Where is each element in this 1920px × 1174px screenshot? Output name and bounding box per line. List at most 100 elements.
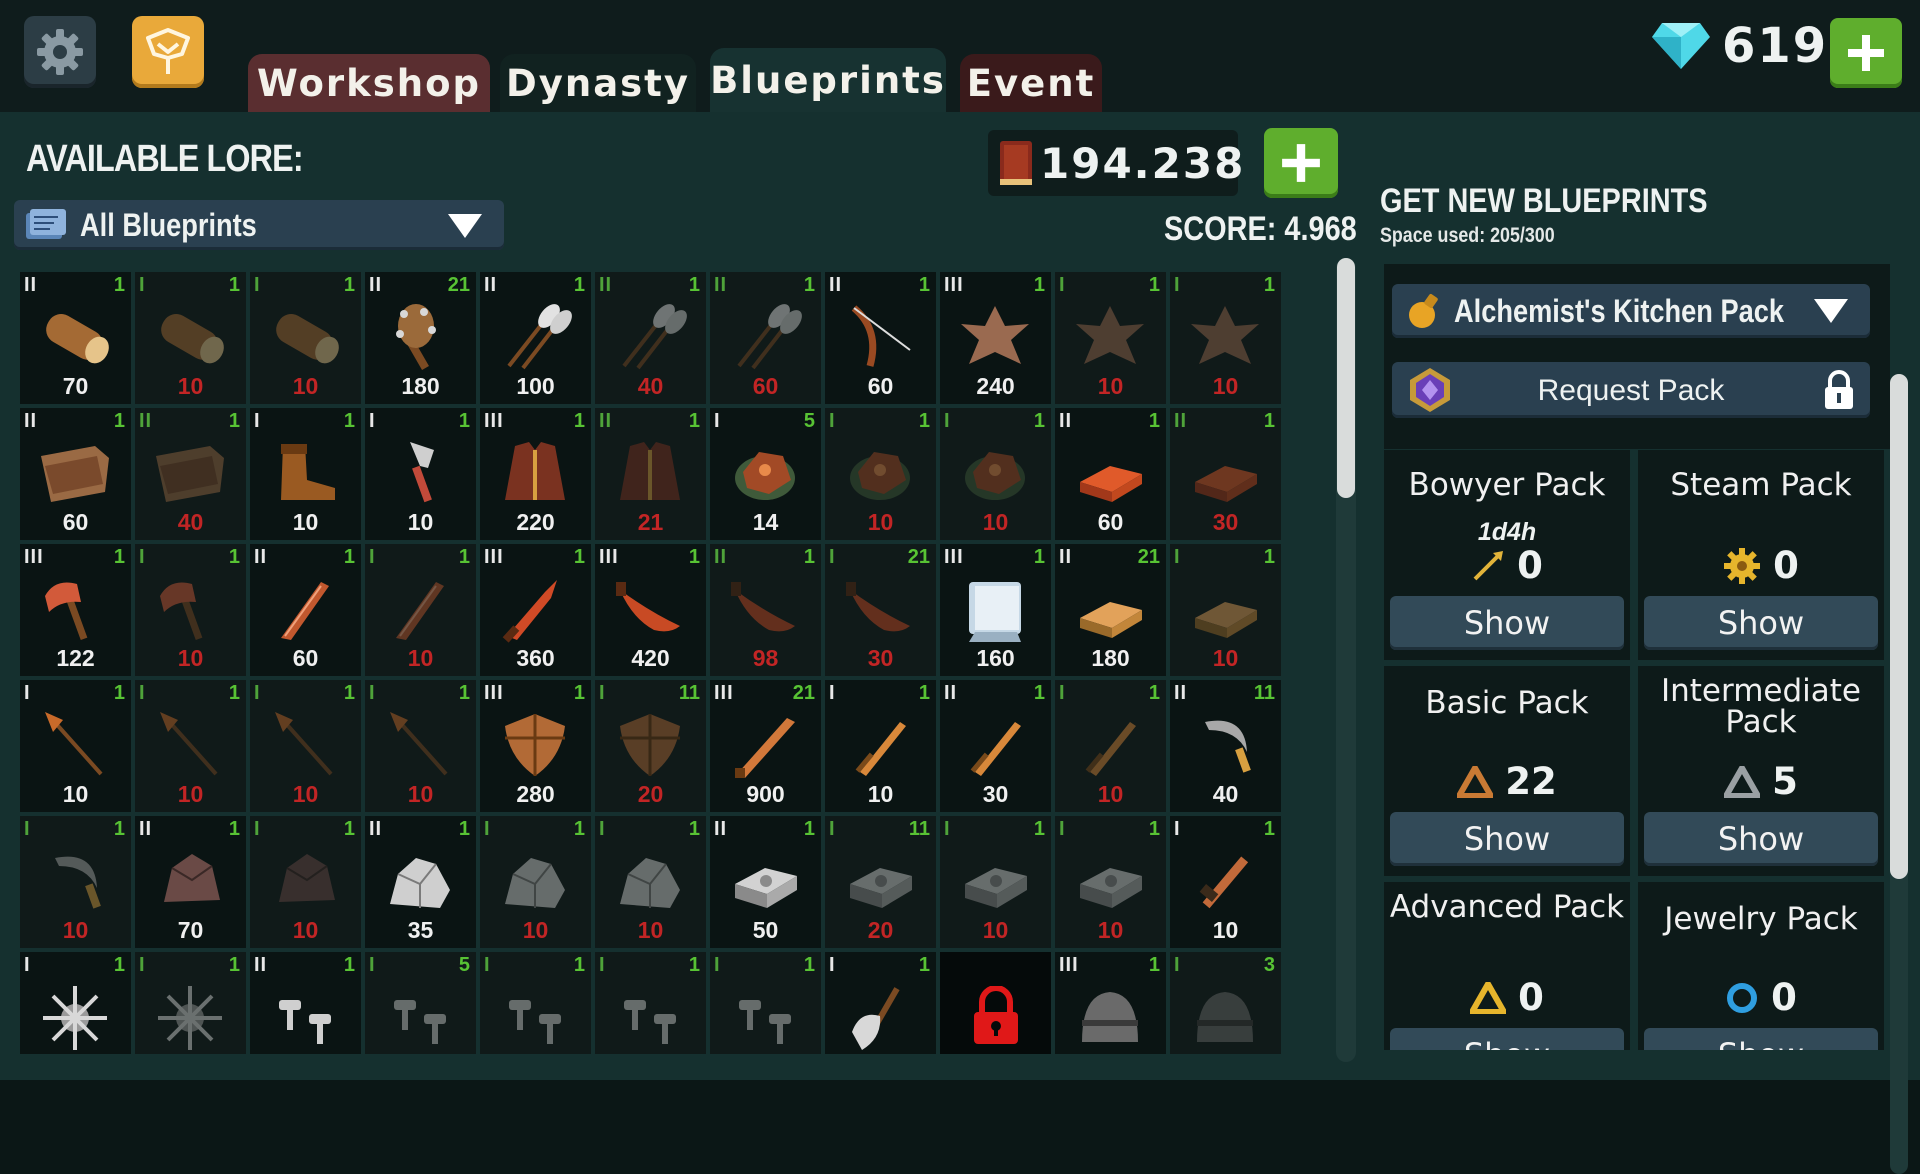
blueprint-slot[interactable]: I 1 10 [1170,816,1281,948]
blueprint-slot[interactable]: I1 [480,952,591,1054]
tab-dynasty[interactable]: Dynasty [500,54,696,112]
blueprint-slot[interactable]: I 1 10 [940,816,1051,948]
blueprint-slot[interactable]: I 1 10 [135,680,246,812]
sword-icon [970,722,1021,776]
blueprint-slot[interactable]: II 1 21 [595,408,706,540]
pack-name: Bowyer Pack [1408,467,1606,503]
blueprint-slot[interactable]: II 1 40 [595,272,706,404]
blueprint-slot[interactable]: I 1 10 [480,816,591,948]
blueprint-slot[interactable]: II 1 30 [1170,408,1281,540]
blueprint-tier: II [1059,546,1073,568]
blueprint-slot[interactable]: I 1 10 [825,408,936,540]
blueprint-slot[interactable]: I 1 10 [20,816,131,948]
blueprint-slot[interactable]: I 1 10 [20,680,131,812]
pack-select-dropdown[interactable]: Alchemist's Kitchen Pack [1392,284,1870,338]
boot-icon [281,444,335,500]
blueprint-slot[interactable]: I 1 10 [135,272,246,404]
blueprint-slot[interactable]: II 1 70 [135,816,246,948]
blueprint-slot[interactable]: II 21 180 [1055,544,1166,676]
blueprint-slot[interactable]: I3 [1170,952,1281,1054]
blueprint-slot[interactable]: III 1 420 [595,544,706,676]
spear-icon [390,712,448,776]
scrollbar-thumb[interactable] [1337,258,1355,498]
blueprint-slot[interactable]: III 1 122 [20,544,131,676]
blueprint-slot[interactable]: II 1 50 [710,816,821,948]
blueprint-slot[interactable]: I 1 10 [250,816,361,948]
blueprint-slot[interactable]: I 1 10 [1055,816,1166,948]
request-pack-button[interactable]: Request Pack [1392,362,1870,418]
show-button[interactable]: Show [1390,812,1624,866]
blueprint-stock: 21 [792,682,815,704]
blueprint-slot[interactable]: I 1 10 [595,816,706,948]
blueprint-slot[interactable]: I 5 14 [710,408,821,540]
blueprint-slot[interactable]: III 1 360 [480,544,591,676]
blueprint-slot[interactable]: II 1 35 [365,816,476,948]
buy-lore-button[interactable] [1264,128,1338,198]
blueprint-slot[interactable]: II 1 40 [135,408,246,540]
locked-blueprint-slot[interactable] [940,952,1051,1054]
blueprint-slot[interactable]: III 1 160 [940,544,1051,676]
blueprint-slot[interactable]: I1 [595,952,706,1054]
blueprint-slot[interactable]: I 1 10 [250,680,361,812]
blueprint-slot[interactable]: I 1 10 [1170,544,1281,676]
blueprint-slot[interactable]: II 21 180 [365,272,476,404]
show-button[interactable]: Show [1644,1028,1878,1050]
blueprint-slot[interactable]: I 21 30 [825,544,936,676]
hide-icon [1191,306,1259,364]
buy-gems-button[interactable] [1830,18,1902,88]
blueprint-slot[interactable]: II 1 60 [1055,408,1166,540]
blueprint-slot[interactable]: I 1 10 [250,408,361,540]
blueprint-slot[interactable]: I1 [135,952,246,1054]
settings-button[interactable] [24,16,96,88]
blueprint-slot[interactable]: I 11 20 [595,680,706,812]
blueprint-tier: I [139,954,146,976]
dynasty-emblem-button[interactable] [132,16,204,88]
blueprint-slot[interactable]: III 1 [1055,952,1166,1054]
blueprint-slot[interactable]: I 1 10 [365,408,476,540]
blueprint-slot[interactable]: I 1 10 [825,680,936,812]
blueprint-slot[interactable]: I 1 10 [1055,272,1166,404]
blueprint-slot[interactable]: II 11 40 [1170,680,1281,812]
gear-icon [37,29,83,75]
blueprint-slot[interactable]: I 1 10 [1170,272,1281,404]
show-button[interactable]: Show [1390,596,1624,650]
blueprint-slot[interactable]: II 1 98 [710,544,821,676]
blueprint-slot[interactable]: I 1 10 [365,680,476,812]
tab-event[interactable]: Event [960,54,1102,112]
blueprint-slot[interactable]: I1 [710,952,821,1054]
blueprint-slot[interactable]: I 1 10 [135,544,246,676]
blueprint-tier: I [254,274,261,296]
spear-icon [160,712,218,776]
blueprint-slot[interactable]: I 1 10 [365,544,476,676]
blueprint-slot[interactable]: I 1 10 [250,272,361,404]
blueprint-slot[interactable]: II 1 60 [20,408,131,540]
pack-list-scrollbar[interactable] [1890,374,1908,1174]
tab-workshop[interactable]: Workshop [248,54,490,112]
blueprint-slot[interactable]: III 1 220 [480,408,591,540]
blueprint-grid-scrollbar[interactable] [1336,258,1356,1062]
blueprint-slot[interactable]: I5 [365,952,476,1054]
tab-blueprints[interactable]: Blueprints [710,48,946,112]
blueprint-slot[interactable]: II 1 [250,952,361,1054]
blueprint-slot[interactable]: III 1 240 [940,272,1051,404]
show-button[interactable]: Show [1644,812,1878,866]
blueprints-panel: AVAILABLE LORE: 194.238 All Blueprints S… [0,112,1920,1174]
scrollbar-thumb[interactable] [1890,374,1908,879]
blueprint-slot[interactable]: I 1 10 [940,408,1051,540]
blueprint-slot[interactable]: II 1 70 [20,272,131,404]
blueprint-slot[interactable]: I1 [20,952,131,1054]
show-button[interactable]: Show [1390,1028,1624,1050]
blueprint-slot[interactable]: II 1 30 [940,680,1051,812]
blueprint-slot[interactable]: III 1 280 [480,680,591,812]
blueprint-slot[interactable]: II 1 100 [480,272,591,404]
blueprint-slot[interactable]: II 1 60 [825,272,936,404]
blueprint-slot[interactable]: I 1 10 [1055,680,1166,812]
blueprint-filter-dropdown[interactable]: All Blueprints [14,200,504,250]
show-button[interactable]: Show [1644,596,1878,650]
ingot-iron-icon [850,868,912,908]
blueprint-slot[interactable]: II 1 60 [250,544,361,676]
blueprint-slot[interactable]: I1 [825,952,936,1054]
blueprint-slot[interactable]: I 11 20 [825,816,936,948]
blueprint-slot[interactable]: III 21 900 [710,680,821,812]
blueprint-slot[interactable]: II 1 60 [710,272,821,404]
